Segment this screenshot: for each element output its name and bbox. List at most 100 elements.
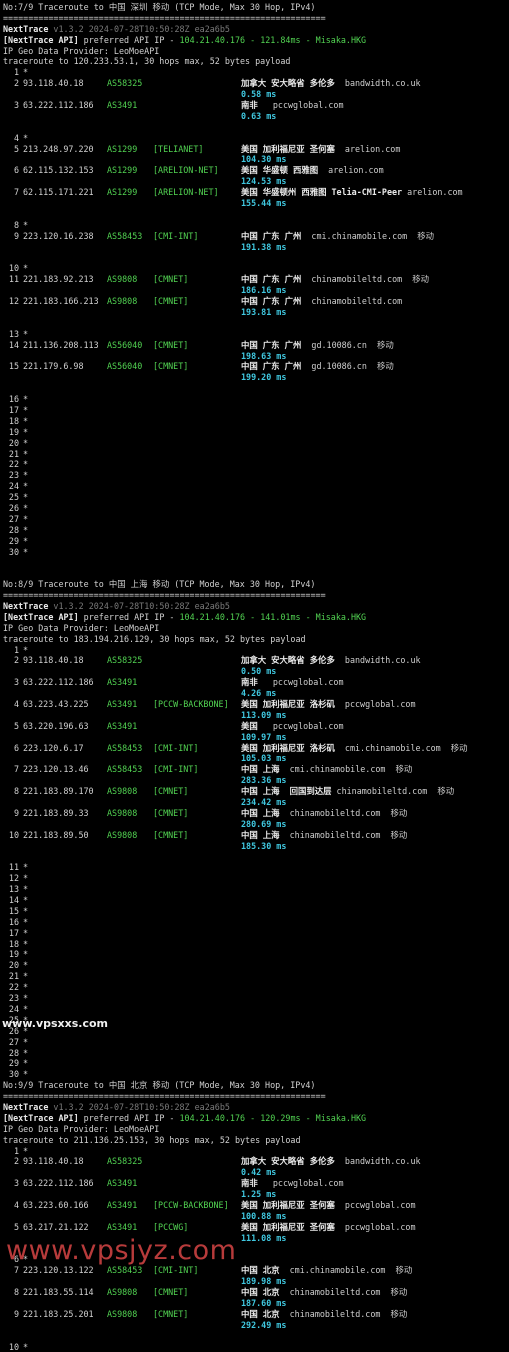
separator-line: ========================================… — [3, 1091, 326, 1102]
hop-rtt-row: 155.44 ms — [3, 198, 507, 209]
nexttrace-version-line: NextTrace v1.3.2 2024-07-28T10:50:28Z ea… — [3, 24, 507, 35]
hop-asn: AS58453 — [107, 1265, 143, 1276]
hop-number: 19 — [8, 949, 19, 960]
hop-network-tag: [CMI-INT] — [153, 742, 199, 753]
timeout-marker: * — [23, 535, 29, 546]
hop-number: 20 — [8, 960, 19, 971]
hop-asn: AS9808 — [107, 786, 138, 797]
hop-row: 27 * — [3, 1037, 507, 1048]
hop-asn: AS1299 — [107, 165, 138, 176]
nexttrace-meta: v1.3.2 2024-07-28T10:50:28Z ea2a6b5 — [48, 23, 230, 34]
hop-rtt-row: 0.50 ms — [3, 666, 507, 677]
hop-geo: 中国 北京 — [241, 1287, 290, 1298]
hop-rtt: 0.50 ms — [241, 666, 277, 677]
api-dash: - — [300, 1112, 316, 1123]
hop-rtt: 124.53 ms — [241, 176, 287, 187]
hop-rtt-row: 0.63 ms — [3, 111, 507, 122]
hop-location: 加拿大 安大略省 多伦多 bandwidth.co.uk — [241, 655, 421, 666]
hop-network-tag: [CMNET] — [153, 274, 189, 285]
hop-rtt: 113.09 ms — [241, 709, 287, 720]
hop-geo: 美国 加利福尼亚 洛杉矶 — [241, 742, 345, 753]
hop-geo: 中国 广东 广州 — [241, 339, 312, 350]
api-label: [NextTrace API] — [3, 1112, 79, 1123]
hop-ip: 213.248.97.220 — [23, 143, 94, 154]
hop-number: 23 — [8, 993, 19, 1004]
hop-number: 12 — [8, 873, 19, 884]
hop-rtt: 199.20 ms — [241, 372, 287, 383]
hop-location: 美国 pccwglobal.com — [241, 721, 343, 732]
hop-ip: 223.120.13.46 — [23, 764, 89, 775]
hop-location: 美国 华盛顿州 西雅图 Telia-CMI-Peer arelion.com — [241, 187, 463, 198]
timeout-marker: * — [23, 524, 29, 535]
hop-asn: AS9808 — [107, 807, 138, 818]
hop-row: 30 * — [3, 547, 507, 558]
hop-row: 24 * — [3, 481, 507, 492]
hop-row: 15 221.179.6.98 AS56040 [CMNET] 中国 广东 广州 gd.… — [3, 361, 507, 372]
hop-row: 25 * — [3, 492, 507, 503]
timeout-marker: * — [23, 67, 29, 78]
hop-network-tag: [TELIANET] — [153, 143, 204, 154]
hop-geo: 美国 加利福尼亚 圣何塞 — [241, 1199, 345, 1210]
hop-row: 1 * — [3, 1146, 507, 1157]
hop-asn: AS3491 — [107, 1199, 138, 1210]
hop-rtt: 105.03 ms — [241, 753, 287, 764]
hop-hostname: gd.10086.cn 移动 — [311, 361, 394, 372]
hop-hostname: pccwglobal.com — [344, 699, 416, 709]
hop-row: 13 * — [3, 329, 507, 340]
hop-rtt: 186.16 ms — [241, 285, 287, 296]
hop-asn: AS9808 — [107, 296, 138, 307]
hop-number: 2 — [13, 1156, 19, 1167]
hop-geo: 加拿大 安大略省 多伦多 — [241, 1156, 345, 1167]
hop-hostname: chinamobileltd.com 移动 — [289, 1287, 408, 1298]
hop-row: 2 93.118.40.18 AS58325 加拿大 安大略省 多伦多 bandwid… — [3, 1156, 507, 1167]
hop-asn: AS3491 — [107, 1221, 138, 1232]
separator-line: ========================================… — [3, 590, 326, 601]
hop-number: 7 — [13, 764, 19, 775]
timeout-marker: * — [23, 459, 29, 470]
api-ip: 104.21.40.176 — [179, 1112, 246, 1123]
hop-rtt-row: 109.97 ms — [3, 732, 507, 743]
api-node: Misaka.HKG — [315, 1112, 367, 1123]
hop-network-tag: [PCCW-BACKBONE] — [153, 1199, 229, 1210]
nexttrace-version-line: NextTrace v1.3.2 2024-07-28T10:50:28Z ea… — [3, 1102, 507, 1113]
traceroute-target-line: traceroute to 120.233.53.1, 30 hops max,… — [3, 56, 291, 67]
hop-asn: AS3491 — [107, 1178, 138, 1189]
hop-hostname: chinamobileltd.com 移动 — [289, 807, 408, 818]
hop-network-tag: [CMNET] — [153, 1287, 189, 1298]
hop-rtt-row: 0.42 ms — [3, 1167, 507, 1178]
hop-number: 16 — [8, 394, 19, 405]
hop-location: 美国 加利福尼亚 圣何塞 pccwglobal.com — [241, 1200, 416, 1211]
hop-asn: AS58453 — [107, 742, 143, 753]
hop-asn: AS56040 — [107, 339, 143, 350]
hop-row: 10 * — [3, 263, 507, 274]
timeout-marker: * — [23, 426, 29, 437]
hop-row: 19 * — [3, 427, 507, 438]
hop-location: 中国 广东 广州 gd.10086.cn 移动 — [241, 361, 394, 372]
traceroute-section: No:8/9 Traceroute to 中国 上海 移动 (TCP Mode,… — [3, 579, 507, 1080]
hop-number: 11 — [8, 274, 19, 285]
hop-ip: 62.115.171.221 — [23, 187, 94, 198]
hop-number: 30 — [8, 546, 19, 557]
hop-number: 6 — [13, 742, 19, 753]
hop-row: 15 * — [3, 906, 507, 917]
hop-hostname: chinamobileltd.com 移动 — [289, 1308, 408, 1319]
hop-number: 9 — [13, 807, 19, 818]
hop-row: 2 93.118.40.18 AS58325 加拿大 安大略省 多伦多 bandwid… — [3, 78, 507, 89]
hop-location: 中国 北京 cmi.chinamobile.com 移动 — [241, 1265, 412, 1276]
hop-hostname: cmi.chinamobile.com 移动 — [289, 1265, 413, 1276]
hop-number: 24 — [8, 481, 19, 492]
api-latency: 121.84ms — [260, 34, 301, 45]
api-node: Misaka.HKG — [315, 34, 367, 45]
hop-asn: AS1299 — [107, 187, 138, 198]
hop-rtt-row: 100.88 ms — [3, 1211, 507, 1222]
hop-row: 8 * — [3, 220, 507, 231]
hop-number: 5 — [13, 143, 19, 154]
hop-row: 23 * — [3, 470, 507, 481]
hop-asn: AS3491 — [107, 677, 138, 688]
hop-row: 22 * — [3, 982, 507, 993]
timeout-marker: * — [23, 1003, 29, 1014]
hop-ip: 221.183.25.201 — [23, 1308, 94, 1319]
hop-number: 2 — [13, 78, 19, 89]
